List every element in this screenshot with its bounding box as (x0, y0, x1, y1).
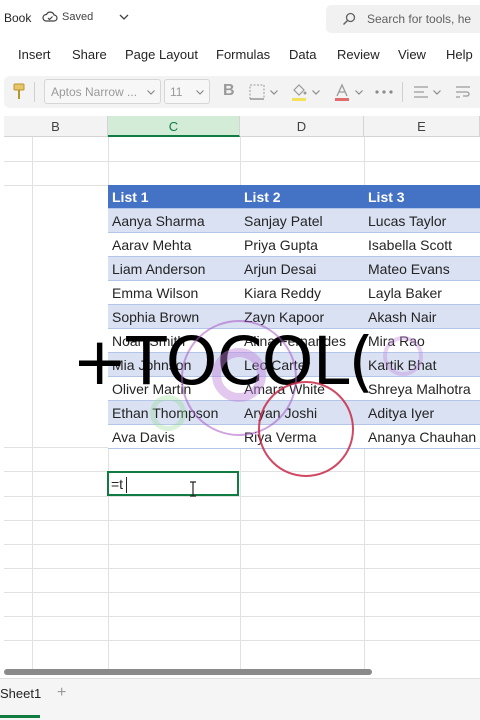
grid-line (4, 640, 480, 641)
toolbar-separator (34, 82, 35, 102)
cloud-check-icon (42, 11, 58, 22)
ribbon-tabs: Insert Share Page Layout Formulas Data R… (0, 38, 480, 72)
table-row: Aarav Mehta Priya Gupta Isabella Scott (108, 233, 480, 257)
saved-status[interactable]: Saved (42, 10, 93, 24)
chevron-down-icon (196, 90, 204, 95)
format-painter-icon[interactable] (12, 83, 26, 101)
table-cell[interactable]: Aarav Mehta (108, 233, 240, 257)
tab-data[interactable]: Data (289, 47, 316, 62)
click-ring (258, 381, 354, 477)
column-header-d[interactable]: D (240, 116, 364, 137)
grid-line (4, 161, 480, 162)
add-sheet-button[interactable]: + (57, 684, 66, 702)
active-cell-c15[interactable]: =t (107, 471, 239, 496)
tab-formulas[interactable]: Formulas (216, 47, 270, 62)
chevron-down-icon (147, 90, 155, 95)
tab-help[interactable]: Help (446, 47, 473, 62)
table-row: Liam Anderson Arjun Desai Mateo Evans (108, 257, 480, 281)
horizontal-scrollbar[interactable] (4, 668, 476, 676)
font-name-value: Aptos Narrow ... (51, 85, 138, 99)
table-row: Emma Wilson Kiara Reddy Layla Baker (108, 281, 480, 305)
column-header-b[interactable]: B (4, 116, 108, 137)
table-cell[interactable]: Sanjay Patel (240, 209, 364, 233)
search-icon (343, 12, 356, 25)
grid-line (4, 568, 480, 569)
title-bar: Book Saved Search for tools, he (0, 0, 480, 38)
grid-line (4, 471, 480, 472)
borders-icon[interactable] (248, 83, 266, 101)
font-size-dropdown[interactable]: 11 (164, 79, 210, 104)
column-header-c[interactable]: C (108, 116, 240, 137)
table-cell[interactable]: Ananya Chauhan (364, 425, 480, 449)
table-cell[interactable]: Mateo Evans (364, 257, 480, 281)
table-cell[interactable]: Emma Wilson (108, 281, 240, 305)
table-cell[interactable]: Aanya Sharma (108, 209, 240, 233)
click-ring (150, 395, 186, 431)
font-name-dropdown[interactable]: Aptos Narrow ... (44, 79, 161, 104)
grid-line (4, 544, 480, 545)
workbook-title[interactable]: Book (4, 11, 31, 25)
table-cell[interactable]: Akash Nair (364, 305, 480, 329)
table-cell[interactable]: Lucas Taylor (364, 209, 480, 233)
grid-line (4, 520, 480, 521)
ribbon-toolbar: Aptos Narrow ... 11 B (4, 76, 480, 108)
tab-page-layout[interactable]: Page Layout (125, 47, 198, 62)
table-cell[interactable]: Kiara Reddy (240, 281, 364, 305)
table-cell[interactable]: Aditya Iyer (364, 401, 480, 425)
tab-view[interactable]: View (398, 47, 426, 62)
table-cell[interactable]: Shreya Malhotra (364, 377, 480, 401)
click-ring (212, 348, 266, 402)
search-box[interactable]: Search for tools, he (326, 5, 480, 33)
column-header-e[interactable]: E (364, 116, 480, 137)
grid-line (4, 496, 480, 497)
table-cell[interactable]: Layla Baker (364, 281, 480, 305)
font-size-value: 11 (170, 85, 183, 99)
chevron-down-icon[interactable] (311, 87, 321, 97)
active-cell-value: =t (111, 476, 124, 492)
tab-review[interactable]: Review (337, 47, 380, 62)
bold-button[interactable]: B (223, 82, 235, 100)
saved-label: Saved (62, 11, 94, 23)
table-cell[interactable]: Liam Anderson (108, 257, 240, 281)
active-sheet-indicator (0, 715, 40, 718)
grid-line (4, 616, 480, 617)
search-placeholder: Search for tools, he (367, 12, 472, 26)
table-header-cell[interactable]: List 1 (108, 185, 240, 209)
table-cell[interactable]: Isabella Scott (364, 233, 480, 257)
chevron-down-icon[interactable] (118, 11, 130, 23)
tab-share[interactable]: Share (72, 47, 107, 62)
chevron-down-icon[interactable] (269, 87, 279, 97)
wrap-text-icon[interactable] (455, 84, 471, 100)
chevron-down-icon[interactable] (354, 87, 364, 97)
table-header-cell[interactable]: List 2 (240, 185, 364, 209)
click-ring (383, 336, 423, 376)
ibeam-cursor-icon (190, 481, 196, 497)
sheet-tab-sheet1[interactable]: Sheet1 (0, 686, 41, 701)
column-headers: B C D E (4, 116, 480, 137)
table-header-row: List 1 List 2 List 3 (108, 185, 480, 209)
font-color-icon[interactable] (333, 82, 351, 102)
sheet-tab-bar: Sheet1 + (0, 678, 480, 720)
scrollbar-thumb[interactable] (4, 669, 372, 675)
toolbar-separator (402, 82, 403, 102)
grid-line (4, 592, 480, 593)
text-caret (126, 477, 127, 493)
table-cell[interactable]: Arjun Desai (240, 257, 364, 281)
tab-insert[interactable]: Insert (18, 47, 51, 62)
more-options-icon[interactable] (374, 88, 394, 96)
align-left-icon[interactable] (413, 84, 429, 100)
fill-color-icon[interactable] (290, 82, 308, 102)
table-cell[interactable]: Priya Gupta (240, 233, 364, 257)
table-row: Aanya Sharma Sanjay Patel Lucas Taylor (108, 209, 480, 233)
table-header-cell[interactable]: List 3 (364, 185, 480, 209)
chevron-down-icon[interactable] (432, 87, 442, 97)
